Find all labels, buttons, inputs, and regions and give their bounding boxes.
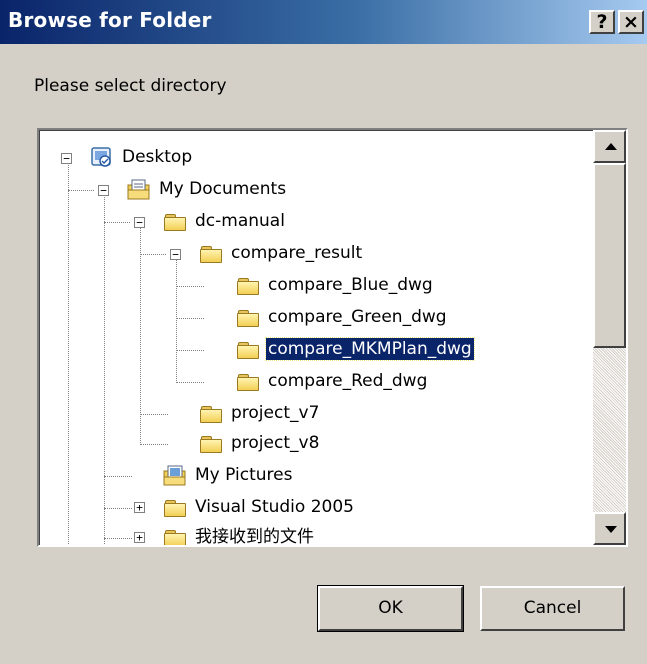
tree-node-label: compare_Red_dwg	[268, 371, 428, 391]
pictures-folder-icon	[163, 465, 187, 486]
tree-node-label: compare_MKMPlan_dwg	[265, 337, 475, 361]
folder-icon	[163, 497, 187, 517]
tree-line	[104, 508, 132, 509]
close-button[interactable]: ×	[618, 10, 644, 34]
folder-icon	[163, 527, 187, 545]
tree-line	[176, 350, 204, 351]
tree-node-label: Desktop	[122, 147, 193, 167]
tree-line	[176, 318, 204, 319]
tree-line	[68, 163, 69, 545]
tree-line	[176, 257, 177, 383]
tree-line	[104, 193, 105, 545]
tree-line	[68, 190, 94, 191]
tree-node-label: 我接收到的文件	[195, 527, 314, 545]
tree-line	[140, 254, 166, 255]
arrow-down-icon	[605, 526, 617, 533]
help-button[interactable]: ?	[589, 10, 615, 34]
folder-tree[interactable]: − − − − + + Desktop My Documents dc-manu…	[37, 128, 628, 547]
scroll-up-button[interactable]	[593, 130, 626, 163]
cancel-button[interactable]: Cancel	[480, 586, 625, 631]
folder-icon	[199, 403, 223, 423]
tree-line	[140, 444, 168, 445]
tree-node-label: dc-manual	[195, 211, 285, 231]
folder-icon	[236, 339, 260, 359]
tree-line	[140, 414, 168, 415]
folder-icon	[236, 307, 260, 327]
expand-toggle-visual-studio[interactable]: +	[134, 502, 145, 513]
folder-icon	[199, 243, 223, 263]
folder-icon	[236, 371, 260, 391]
scroll-thumb[interactable]	[593, 163, 626, 348]
tree-line	[104, 538, 132, 539]
folder-icon	[236, 275, 260, 295]
folder-icon	[199, 433, 223, 453]
documents-folder-icon	[127, 179, 151, 200]
tree-node-label: project_v7	[231, 403, 320, 423]
tree-line	[176, 382, 204, 383]
folder-icon	[163, 211, 187, 231]
collapse-toggle-my-documents[interactable]: −	[98, 185, 109, 196]
vertical-scrollbar[interactable]	[593, 130, 626, 545]
tree-line	[104, 222, 130, 223]
arrow-up-icon	[605, 143, 617, 150]
tree-node-label: My Pictures	[195, 465, 293, 485]
prompt-text: Please select directory	[34, 76, 227, 96]
collapse-toggle-compare-result[interactable]: −	[170, 249, 181, 260]
collapse-toggle-dc-manual[interactable]: −	[134, 217, 145, 228]
tree-line	[140, 225, 141, 445]
desktop-icon	[90, 147, 114, 167]
tree-line	[104, 476, 132, 477]
collapse-toggle-desktop[interactable]: −	[61, 153, 72, 164]
tree-line	[176, 286, 204, 287]
tree-node-label: compare_Blue_dwg	[268, 275, 433, 295]
tree-node-label: project_v8	[231, 433, 320, 453]
title-bar[interactable]: Browse for Folder ? ×	[0, 0, 647, 44]
scroll-down-button[interactable]	[593, 512, 626, 545]
window-title: Browse for Folder	[8, 8, 212, 32]
tree-node-label: compare_result	[231, 243, 363, 263]
expand-toggle-received-files[interactable]: +	[134, 532, 145, 543]
tree-content: − − − − + + Desktop My Documents dc-manu…	[39, 130, 593, 545]
tree-node-label: My Documents	[159, 179, 287, 199]
tree-node-label: compare_Green_dwg	[268, 307, 447, 327]
tree-node-label: Visual Studio 2005	[195, 497, 354, 517]
ok-button[interactable]: OK	[317, 585, 464, 632]
